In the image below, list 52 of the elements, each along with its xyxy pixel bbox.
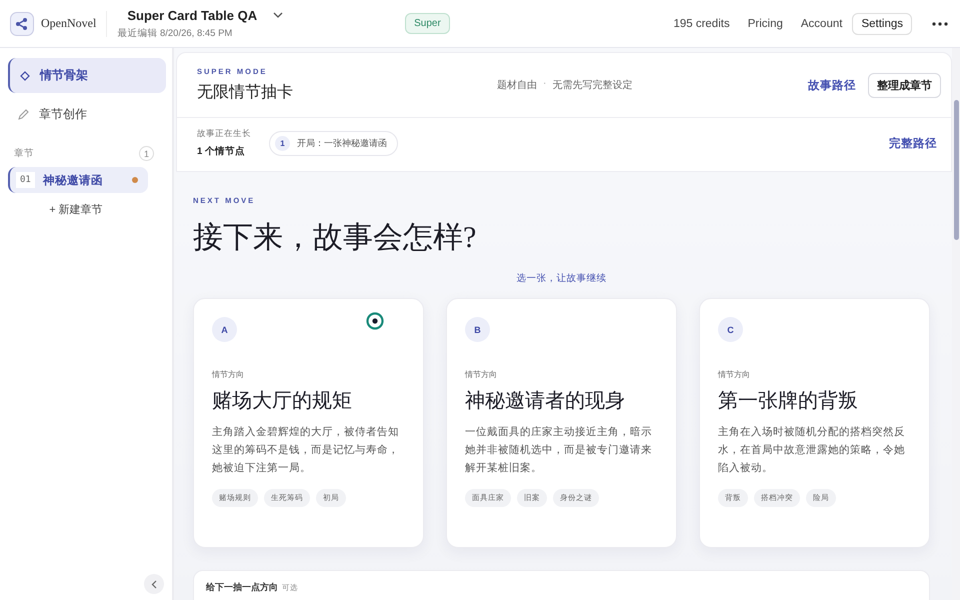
pencil-icon — [18, 109, 29, 120]
last-edited-text: 最近编辑 8/20/26, 8:45 PM — [117, 26, 234, 40]
mode-title: 无限情节抽卡 — [197, 82, 294, 103]
full-path-link[interactable]: 完整路径 — [889, 136, 937, 150]
next-title: 接下来，故事会怎样? — [193, 220, 478, 256]
letter-badge: C — [718, 317, 743, 342]
sidebar-item[interactable]: 情节骨架 — [8, 58, 166, 93]
plot-node-chip[interactable]: 1 开局：一张神秘邀请函 — [269, 130, 398, 156]
card-kicker: 情节方向 — [718, 369, 751, 380]
letter-badge: B — [465, 317, 490, 342]
chevron-down-icon[interactable] — [273, 12, 284, 18]
chevron-left-icon — [151, 580, 157, 588]
cursor-icon — [366, 312, 384, 330]
app-name: OpenNovel — [41, 16, 96, 31]
node-number: 1 — [275, 136, 290, 150]
mode-tag: 题材自由 — [497, 78, 537, 92]
progress-label: 故事正在生长 — [197, 128, 251, 140]
mode-tag: 无需先写完整设定 — [552, 78, 632, 92]
sidebar-item[interactable]: 章节创作 — [8, 97, 166, 132]
plan-badge: Super — [405, 13, 450, 34]
card-title: 赌场大厅的规矩 — [212, 389, 353, 414]
organize-button[interactable]: 整理成章节 — [868, 72, 941, 98]
card-kicker: 情节方向 — [212, 369, 245, 380]
section-label: 章节 — [14, 147, 34, 160]
nav-link[interactable]: Pricing — [748, 18, 783, 30]
card-kicker: 情节方向 — [465, 369, 498, 380]
hint-text: 选一张，让故事继续 — [516, 272, 606, 285]
separator-dot: · — [543, 78, 546, 91]
scrollbar-thumb[interactable] — [954, 100, 959, 240]
count-badge: 1 — [139, 146, 154, 161]
project-title[interactable]: Super Card Table QA — [127, 8, 258, 22]
credits-text: 195 credits — [673, 18, 730, 30]
logo-icon — [10, 12, 34, 36]
card-description: 主角踏入金碧辉煌的大厅，被侍者告知这里的筹码不是钱，而是记忆与寿命，她被迫下注第一局。 — [212, 425, 400, 476]
diamond-icon — [20, 70, 30, 80]
settings-button[interactable]: Settings — [852, 12, 912, 34]
collapse-button[interactable] — [144, 574, 164, 594]
progress-count: 1 个情节点 — [197, 145, 246, 158]
new-chapter-button[interactable]: + 新建章节 — [43, 201, 109, 218]
chapter-number: 01 — [16, 172, 35, 188]
chapter-item[interactable]: 01 神秘邀请函 — [8, 167, 148, 193]
card-title: 第一张牌的背叛 — [718, 389, 859, 414]
nav-link[interactable]: Account — [800, 18, 842, 30]
card-title: 神秘邀请者的现身 — [465, 389, 626, 414]
card-description: 主角在入场时被随机分配的搭档突然反水，在首局中故意泄露她的策略，令她陷入被动。 — [718, 425, 906, 476]
node-text: 开局：一张神秘邀请函 — [297, 136, 387, 150]
story-path-link[interactable]: 故事路径 — [808, 78, 856, 92]
more-icon[interactable] — [932, 22, 948, 26]
letter-badge: A — [212, 317, 237, 342]
chapter-title: 神秘邀请函 — [42, 173, 104, 188]
card-description: 一位戴面具的庄家主动接近主角，暗示她并非被随机选中，而是被专门邀请来解开某桩旧案。 — [465, 425, 653, 476]
direction-label: 给下一抽一点方向 — [206, 581, 278, 594]
